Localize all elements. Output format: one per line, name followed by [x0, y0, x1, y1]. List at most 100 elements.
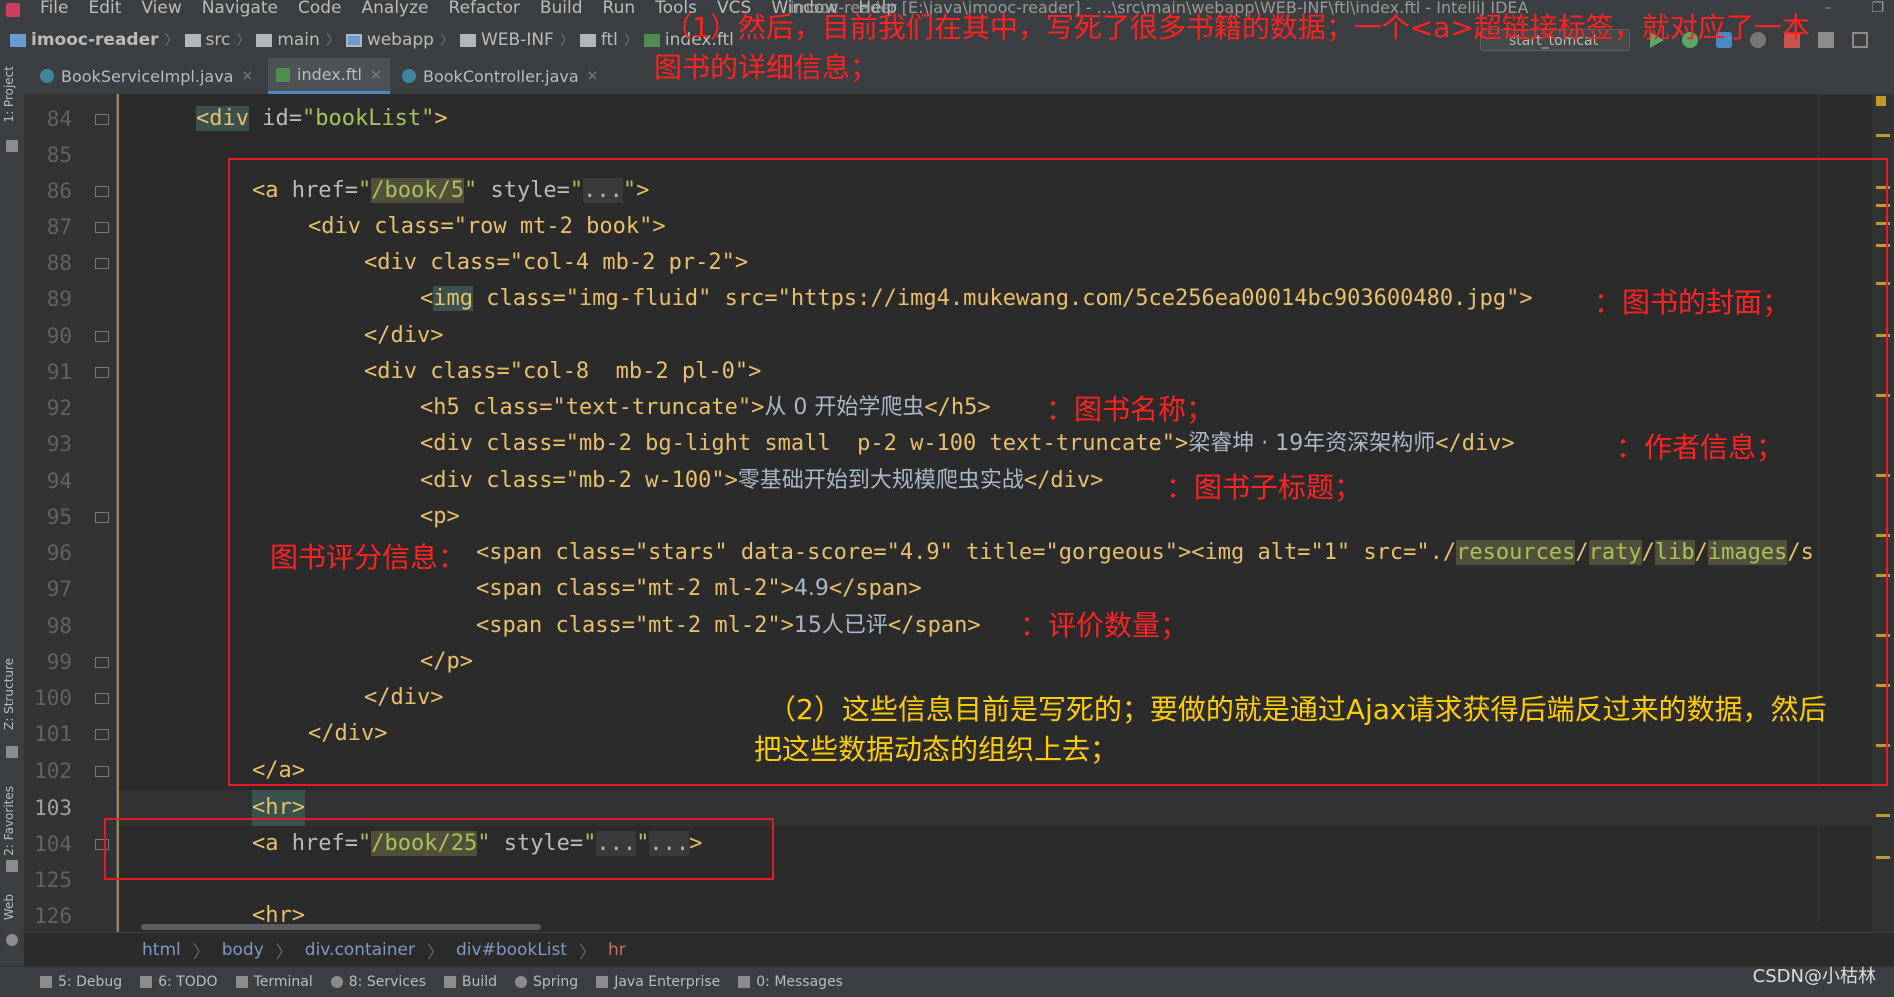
fold-marker-icon[interactable]	[95, 512, 109, 523]
breadcrumb-main[interactable]: main	[256, 30, 320, 50]
menu-view[interactable]: View	[141, 0, 181, 22]
inspection-status-icon[interactable]	[1876, 96, 1886, 106]
line-number: 87	[46, 215, 72, 239]
services-tool-button[interactable]: 8: Services	[330, 974, 426, 990]
annotation-author: ：作者信息；	[1616, 431, 1785, 464]
line-number-current: 103	[34, 796, 72, 820]
fold-marker-icon[interactable]	[95, 258, 109, 269]
stripe-mark[interactable]	[1876, 814, 1890, 817]
terminal-tool-button[interactable]: Terminal	[235, 974, 313, 990]
line-number: 97	[46, 577, 72, 601]
line-number: 126	[34, 904, 72, 928]
annotation-subtitle: ：图书子标题；	[1166, 471, 1363, 504]
chevron-right-icon: 〉	[164, 33, 179, 49]
web-folder-icon	[345, 33, 362, 47]
fold-marker-icon[interactable]	[95, 331, 109, 342]
line-number: 92	[46, 396, 72, 420]
build-tool-button[interactable]: Build	[443, 974, 497, 990]
java-enterprise-tool-button[interactable]: Java Enterprise	[596, 974, 720, 990]
structure-breadcrumb: html 〉 body 〉 div.container 〉 div#bookLi…	[24, 932, 1894, 967]
fold-marker-icon[interactable]	[95, 693, 109, 704]
line-number: 104	[34, 832, 72, 856]
crumb-body[interactable]: body	[222, 940, 264, 960]
line-number: 93	[46, 432, 72, 456]
chevron-right-icon: 〉	[623, 33, 638, 49]
spring-leaf-icon	[515, 976, 528, 988]
tab-bookcontroller[interactable]: BookController.java ×	[394, 58, 616, 94]
line-number: 90	[46, 324, 72, 348]
chevron-right-icon: 〉	[275, 942, 293, 963]
annotation-box-next-book	[104, 818, 774, 880]
code-line-84[interactable]: <div id="bookList">	[196, 101, 448, 137]
fold-marker-icon[interactable]	[95, 186, 109, 197]
line-number: 86	[46, 179, 72, 203]
line-number: 95	[46, 505, 72, 529]
tab-index-ftl[interactable]: index.ftl ×	[268, 58, 390, 94]
menu-navigate[interactable]: Navigate	[202, 0, 278, 22]
project-structure-icon[interactable]	[1818, 32, 1834, 48]
bug-icon	[40, 976, 52, 988]
breadcrumb-web-inf[interactable]: WEB-INF	[459, 30, 554, 50]
layout-icon[interactable]	[1852, 32, 1868, 48]
java-class-icon	[402, 69, 416, 83]
line-number: 84	[46, 107, 72, 131]
stripe-mark[interactable]	[1876, 856, 1890, 859]
menu-code[interactable]: Code	[298, 0, 342, 22]
fold-marker-icon[interactable]	[95, 114, 109, 125]
close-icon[interactable]: ×	[587, 68, 599, 84]
window-controls: – ❐	[1824, 0, 1884, 16]
restore-icon[interactable]: ❐	[1871, 0, 1884, 16]
project-tool-button[interactable]: 1: Project	[2, 66, 16, 123]
csdn-watermark: CSDN@小枯林	[1752, 966, 1876, 987]
crumb-hr[interactable]: hr	[608, 940, 626, 960]
fold-marker-icon[interactable]	[95, 729, 109, 740]
menu-analyze[interactable]: Analyze	[362, 0, 429, 22]
spring-tool-button[interactable]: Spring	[515, 974, 578, 990]
menu-edit[interactable]: Edit	[88, 0, 121, 22]
menu-build[interactable]: Build	[540, 0, 583, 22]
annotation-name: ：图书名称；	[1046, 393, 1215, 426]
fold-marker-icon[interactable]	[95, 367, 109, 378]
breadcrumb: imooc-reader 〉 src 〉 main 〉 webapp 〉 WEB…	[10, 30, 734, 50]
left-tool-window-strip: 1: Project Z: Structure 2: Favorites Web	[0, 58, 25, 966]
chevron-right-icon: 〉	[236, 33, 251, 49]
close-icon[interactable]: ×	[241, 68, 253, 84]
favorites-tool-button[interactable]: 2: Favorites	[2, 786, 16, 856]
menu-run[interactable]: Run	[603, 0, 636, 22]
breadcrumb-webapp[interactable]: webapp	[345, 30, 434, 50]
hammer-icon	[443, 976, 456, 988]
todo-tool-button[interactable]: 6: TODO	[140, 974, 218, 990]
line-number: 101	[34, 722, 72, 746]
debug-tool-button[interactable]: 5: Debug	[40, 974, 122, 990]
line-number: 91	[46, 360, 72, 384]
fold-marker-icon[interactable]	[95, 222, 109, 233]
stripe-mark[interactable]	[1876, 134, 1890, 137]
crumb-div-container[interactable]: div.container	[305, 940, 415, 960]
close-icon[interactable]: ×	[370, 67, 382, 83]
horizontal-scrollbar[interactable]	[119, 922, 1872, 932]
minimize-icon[interactable]: –	[1824, 0, 1831, 16]
star-icon	[6, 860, 18, 872]
chevron-right-icon: 〉	[559, 33, 574, 49]
chevron-right-icon: 〉	[325, 33, 340, 49]
scrollbar-thumb[interactable]	[141, 924, 541, 930]
breadcrumb-ftl[interactable]: ftl	[579, 30, 618, 50]
web-tool-button[interactable]: Web	[2, 894, 16, 920]
crumb-div-booklist[interactable]: div#bookList	[456, 940, 567, 960]
line-number: 125	[34, 868, 72, 892]
tab-bookserviceimpl[interactable]: BookServiceImpl.java ×	[32, 58, 268, 94]
chevron-right-icon: 〉	[439, 33, 454, 49]
fold-marker-icon[interactable]	[95, 657, 109, 668]
line-number: 85	[46, 143, 72, 167]
messages-tool-button[interactable]: 0: Messages	[738, 974, 843, 990]
crumb-html[interactable]: html	[142, 940, 181, 960]
messages-icon	[738, 976, 751, 988]
breadcrumb-src[interactable]: src	[184, 30, 230, 50]
globe-icon	[6, 934, 18, 946]
folder-icon	[6, 140, 18, 152]
menu-refactor[interactable]: Refactor	[449, 0, 520, 22]
structure-tool-button[interactable]: Z: Structure	[2, 658, 16, 730]
breadcrumb-project[interactable]: imooc-reader	[10, 30, 159, 50]
menu-file[interactable]: File	[40, 0, 68, 22]
fold-marker-icon[interactable]	[95, 766, 109, 777]
